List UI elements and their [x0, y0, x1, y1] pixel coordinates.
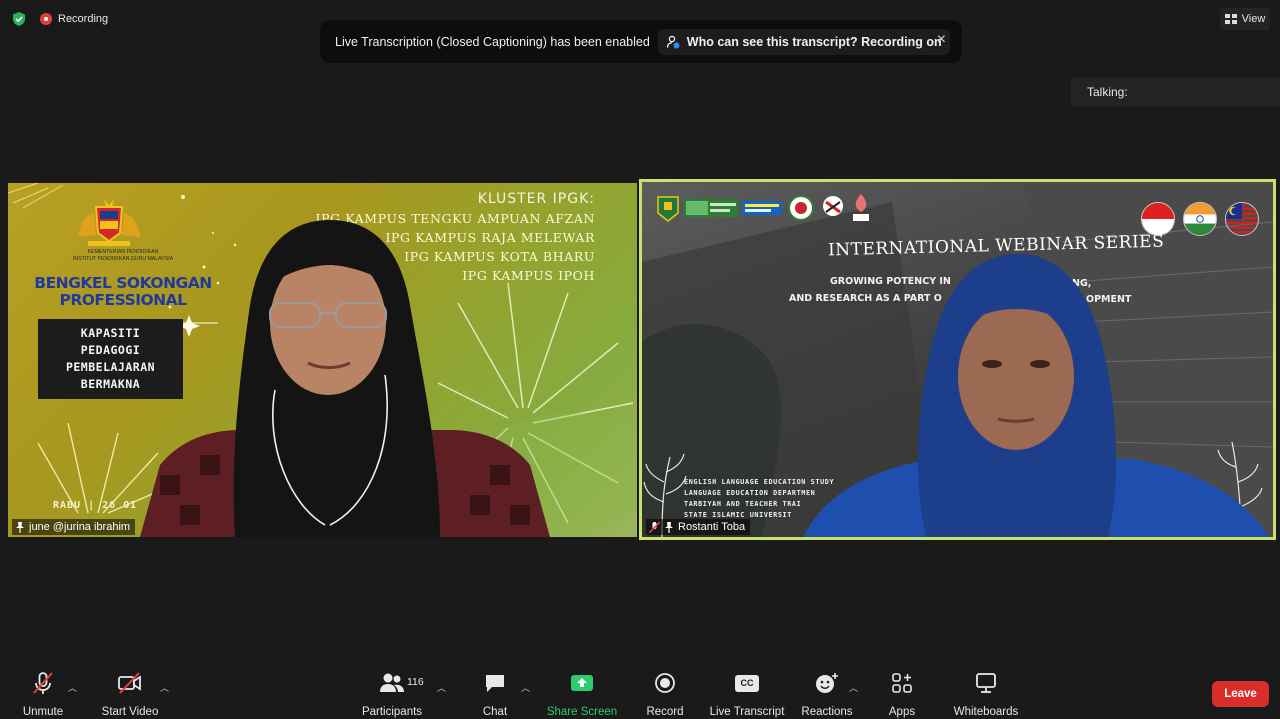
unmute-label: Unmute [22, 706, 64, 718]
participant-name: Rostanti Toba [678, 521, 746, 533]
talking-indicator: Talking: [1071, 78, 1280, 106]
university-logo [657, 196, 679, 222]
view-button[interactable]: View [1220, 8, 1270, 30]
start-video-button[interactable]: Start Video [100, 671, 160, 718]
unmute-button[interactable]: Unmute [16, 671, 70, 718]
live-transcript-button[interactable]: CC Live Transcript [707, 671, 787, 718]
pin-icon [665, 521, 673, 533]
whiteboards-label: Whiteboards [953, 706, 1019, 718]
video-tile-right-active-speaker[interactable]: INTERNATIONAL WEBINAR SERIES GROWING POT… [639, 179, 1276, 540]
banner-link-text: Who can see this transcript? Recording o… [686, 34, 942, 49]
sponsor-logos [656, 192, 872, 224]
malaysia-flag-icon [1225, 202, 1259, 236]
recording-indicator[interactable]: Recording [40, 10, 108, 28]
record-icon [655, 673, 675, 693]
share-screen-label: Share Screen [546, 706, 618, 718]
security-shield-icon[interactable] [11, 11, 27, 27]
dept-line-2: LANGUAGE EDUCATION DEPARTMEN [684, 489, 816, 497]
video-tile-left[interactable]: KEMENTERIAN PENDIDIKAN INSTITUT PENDIDIK… [8, 183, 637, 537]
video-options-chevron-icon[interactable]: ︿ [160, 681, 169, 694]
date-text: RABU | 26 OI [53, 500, 138, 511]
grid-view-icon [1224, 14, 1237, 24]
person-info-icon [666, 35, 680, 48]
banner-close-icon[interactable]: × [937, 31, 946, 49]
share-screen-icon [571, 675, 593, 691]
india-flag-icon [1183, 202, 1217, 236]
view-label: View [1241, 13, 1266, 25]
record-button[interactable]: Record [643, 671, 687, 718]
muted-microphone-icon [33, 672, 53, 694]
participant-name-tag: june @jurina ibrahim [12, 519, 136, 535]
transcription-notification-banner: Live Transcription (Closed Captioning) h… [320, 20, 962, 63]
participants-label: Participants [361, 706, 423, 718]
dept-line-4: STATE ISLAMIC UNIVERSIT [684, 511, 792, 519]
closed-caption-icon: CC [735, 674, 759, 692]
chat-options-chevron-icon[interactable]: ︿ [521, 681, 530, 694]
reactions-label: Reactions [801, 706, 853, 718]
partner-logo-1 [788, 195, 814, 221]
share-screen-button[interactable]: Share Screen [546, 671, 618, 718]
transcript-visibility-link[interactable]: Who can see this transcript? Recording o… [657, 28, 950, 55]
chat-bubble-icon [486, 675, 504, 692]
kluster-title: KLUSTER IPGK: [477, 191, 595, 207]
faculty-logo [684, 199, 738, 217]
whiteboards-button[interactable]: Whiteboards [950, 671, 1022, 718]
apps-button[interactable]: Apps [883, 671, 921, 718]
reactions-button[interactable]: Reactions [800, 671, 854, 718]
recording-dot-icon [40, 13, 52, 25]
video-off-icon [118, 672, 141, 694]
participants-options-chevron-icon[interactable]: ︿ [437, 681, 446, 694]
chat-button[interactable]: Chat [475, 671, 515, 718]
banner-message: Live Transcription (Closed Captioning) h… [335, 34, 650, 49]
meeting-toolbar: Unmute ︿ Start Video ︿ Participants 116 … [0, 663, 1280, 719]
apps-label: Apps [888, 706, 916, 718]
participant-name-tag: Rostanti Toba [646, 519, 751, 535]
muted-mic-icon [649, 521, 660, 533]
apps-icon [892, 673, 912, 693]
pin-icon [16, 521, 24, 533]
g20-logo [853, 194, 869, 221]
record-label: Record [646, 706, 684, 718]
partner-logo-2 [823, 196, 843, 216]
recording-label: Recording [58, 13, 109, 25]
reactions-options-chevron-icon[interactable]: ︿ [849, 681, 858, 694]
kampus-merdeka-logo [742, 201, 782, 215]
participant-video-left [140, 220, 550, 537]
participant-video-right [803, 254, 1270, 537]
whiteboard-icon [976, 673, 996, 693]
participants-count: 116 [407, 676, 424, 688]
chat-label: Chat [482, 706, 508, 718]
ministry-crest-logo [78, 199, 140, 246]
audio-options-chevron-icon[interactable]: ︿ [68, 681, 77, 694]
reactions-smiley-icon [816, 673, 838, 693]
participants-icon [380, 673, 404, 692]
start-video-label: Start Video [101, 706, 159, 718]
live-transcript-label: Live Transcript [709, 706, 785, 718]
participant-name: june @jurina ibrahim [29, 521, 131, 533]
dept-line-3: TARBIYAH AND TEACHER TRAI [684, 500, 802, 508]
leave-button[interactable]: Leave [1212, 681, 1269, 707]
